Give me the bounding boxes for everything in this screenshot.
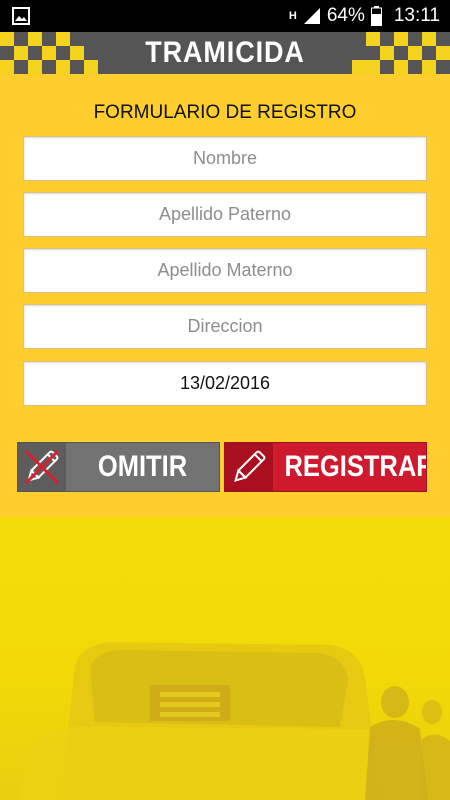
battery-percent: 64% xyxy=(326,5,365,26)
pencil-crossed-icon xyxy=(18,443,66,491)
taxi-illustration xyxy=(0,517,450,800)
form-title: FORMULARIO DE REGISTRO xyxy=(93,102,357,123)
registration-form: FORMULARIO DE REGISTRO OMITIR xyxy=(0,74,450,517)
app-header: TRAMICIDA xyxy=(0,32,450,74)
clock: 13:11 xyxy=(393,5,440,26)
apellido-paterno-field[interactable] xyxy=(23,192,427,237)
omit-button-label: OMITIR xyxy=(97,450,188,483)
status-icons: H 64% 13:11 xyxy=(289,0,440,32)
pencil-icon xyxy=(225,443,273,491)
register-button-label: REGISTRAR xyxy=(284,450,427,483)
status-bar: H 64% 13:11 xyxy=(0,0,450,32)
omit-button[interactable]: OMITIR xyxy=(17,442,220,492)
background-taxi-photo xyxy=(0,517,450,800)
apellido-materno-field[interactable] xyxy=(23,248,427,293)
network-type-label: H xyxy=(288,10,297,22)
direccion-field[interactable] xyxy=(23,304,427,349)
nombre-field[interactable] xyxy=(23,136,427,181)
date-field[interactable] xyxy=(23,361,427,406)
image-icon xyxy=(12,7,30,25)
signal-icon xyxy=(303,8,320,24)
app-title: TRAMICIDA xyxy=(145,36,305,69)
battery-icon xyxy=(370,6,382,26)
register-button[interactable]: REGISTRAR xyxy=(224,442,427,492)
